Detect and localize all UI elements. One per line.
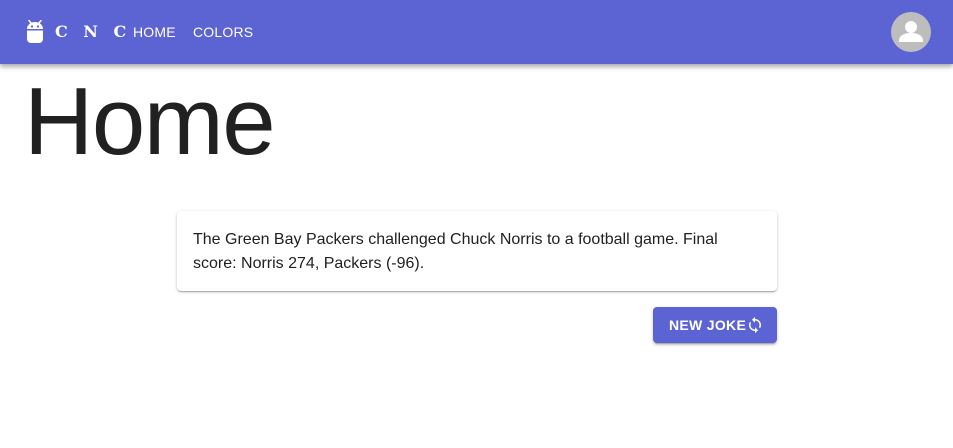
nav-link-home[interactable]: HOME bbox=[133, 22, 176, 42]
new-joke-button[interactable]: NEW JOKE bbox=[653, 307, 777, 343]
user-avatar[interactable] bbox=[891, 12, 931, 52]
brand-name[interactable]: C N C bbox=[55, 21, 131, 43]
joke-card: The Green Bay Packers challenged Chuck N… bbox=[177, 211, 777, 291]
page-title: Home bbox=[24, 68, 276, 175]
android-icon[interactable] bbox=[26, 20, 44, 44]
nav-link-colors[interactable]: COLORS bbox=[193, 22, 253, 42]
account-circle-icon bbox=[899, 21, 923, 42]
refresh-icon bbox=[746, 316, 764, 334]
new-joke-label: NEW JOKE bbox=[669, 317, 747, 333]
joke-text: The Green Bay Packers challenged Chuck N… bbox=[193, 231, 718, 272]
app-bar: C N C HOME COLORS bbox=[0, 0, 953, 64]
